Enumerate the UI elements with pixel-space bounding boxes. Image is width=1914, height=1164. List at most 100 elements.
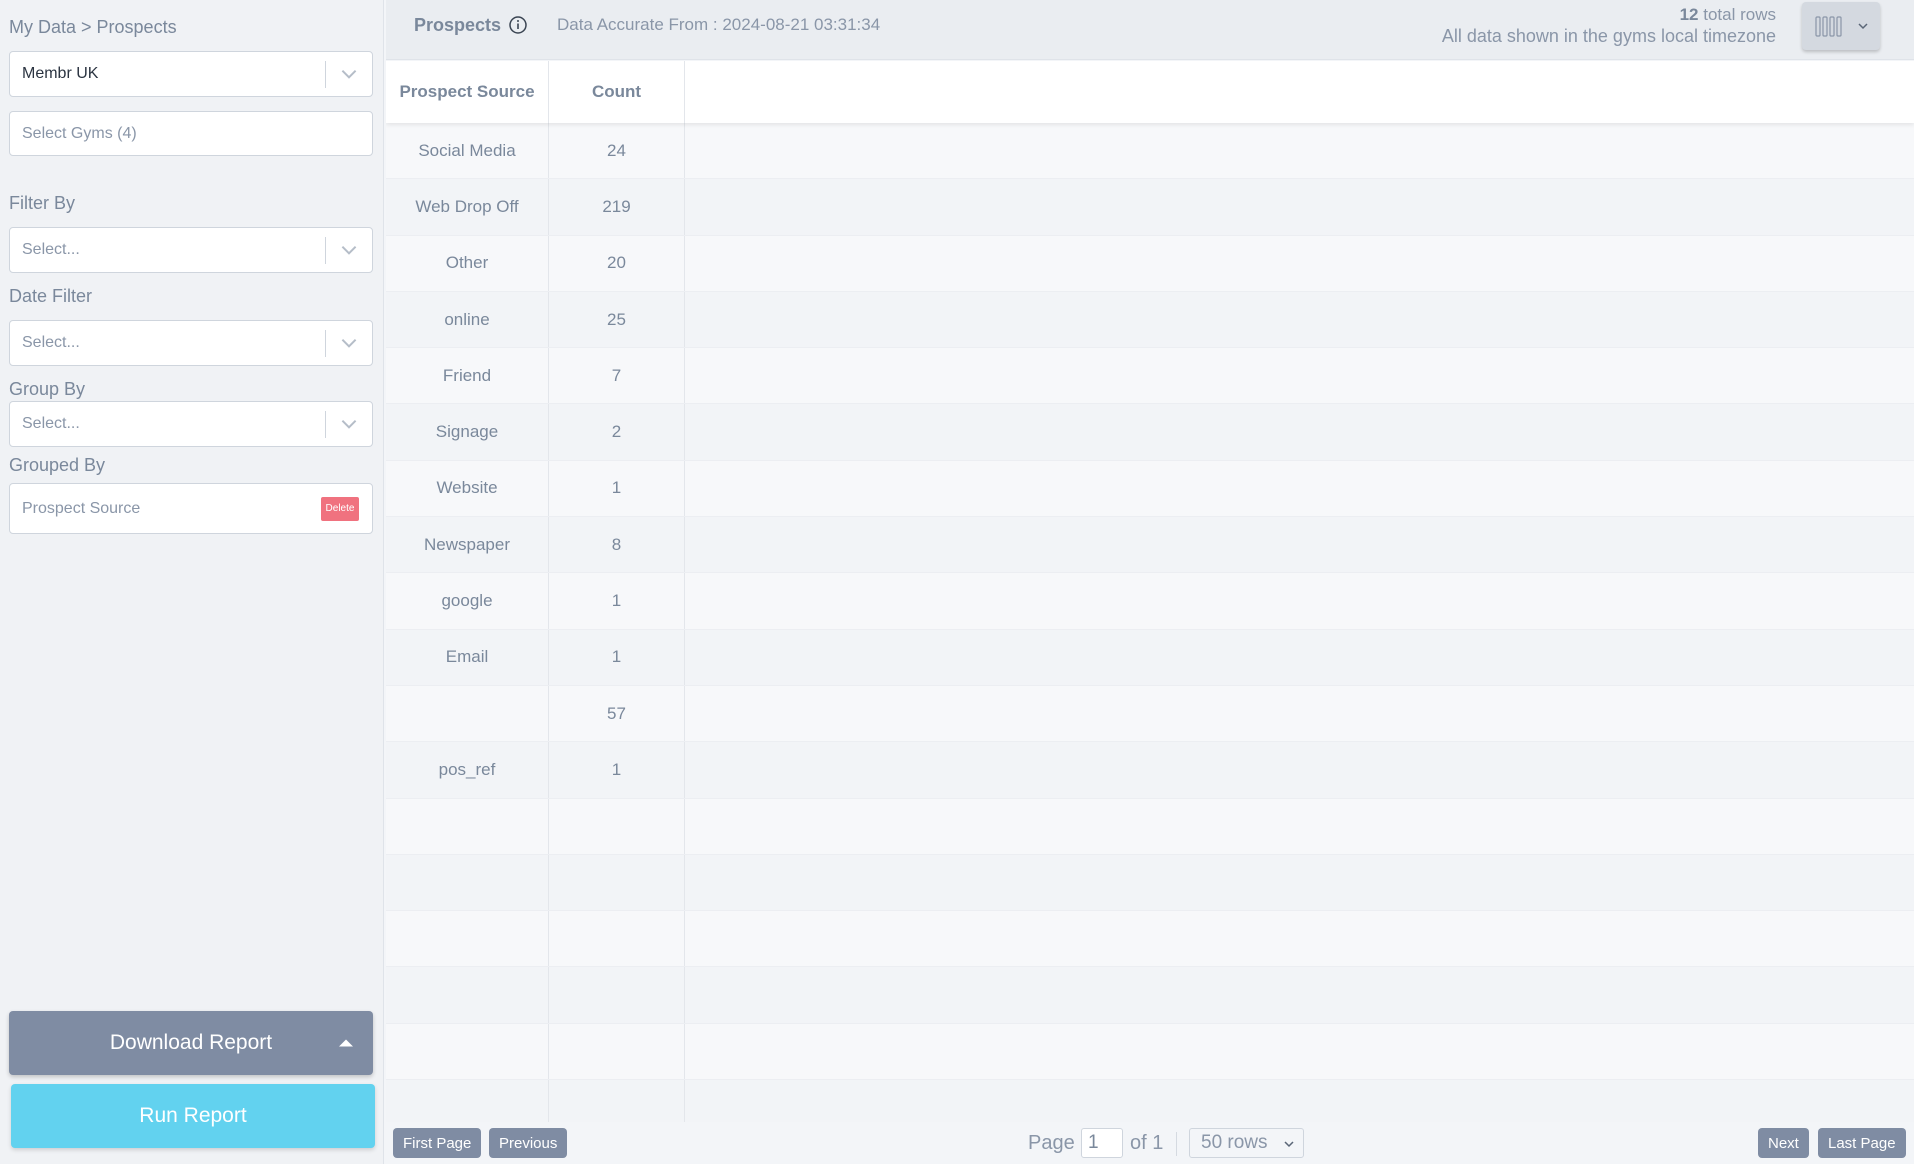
cell-filler [685, 123, 1914, 178]
select-separator [325, 61, 326, 88]
column-header-prospect-source[interactable]: Prospect Source [386, 61, 549, 123]
chevron-down-icon [1284, 1141, 1294, 1148]
previous-button[interactable]: Previous [489, 1128, 568, 1158]
date-filter-select[interactable]: Select... [9, 320, 373, 366]
gyms-placeholder: Select Gyms (4) [22, 124, 137, 142]
breadcrumb[interactable]: My Data > Prospects [9, 17, 177, 38]
data-accurate-from: Data Accurate From : 2024-08-21 03:31:34 [557, 15, 881, 34]
cell-filler [685, 236, 1914, 291]
chevron-down-icon[interactable] [338, 239, 360, 261]
rows-per-page-value: 50 rows [1201, 1132, 1268, 1153]
cell-count: 1 [549, 629, 685, 685]
page-number-input[interactable]: 1 [1081, 1128, 1123, 1158]
empty-table-row [386, 1080, 1914, 1122]
cell-count: 2 [549, 404, 685, 460]
filter-by-value: Select... [22, 241, 80, 258]
column-picker-button[interactable] [1802, 2, 1880, 50]
cell-filler [685, 630, 1914, 685]
empty-cell [685, 967, 1914, 1022]
cell-prospect-source: pos_ref [386, 742, 549, 798]
next-button[interactable]: Next [1758, 1128, 1809, 1158]
empty-cell [685, 911, 1914, 966]
rows-per-page-select[interactable]: 50 rows [1189, 1128, 1304, 1158]
table-row: online 25 [386, 291, 1914, 349]
cell-filler [685, 742, 1914, 797]
page-label: Page [1028, 1132, 1075, 1154]
columns-icon [1815, 16, 1842, 37]
cell-count: 57 [549, 685, 685, 742]
empty-cell [386, 854, 549, 911]
cell-prospect-source: Social Media [386, 123, 549, 179]
select-separator [325, 237, 326, 264]
empty-cell [386, 1023, 549, 1080]
report-table: Prospect Source Count Social Media 24 Web … [386, 61, 1914, 1122]
grouped-by-label: Grouped By [9, 455, 106, 475]
empty-cell [549, 854, 685, 911]
run-report-label: Run Report [139, 1104, 247, 1127]
table-row: 57 [386, 685, 1914, 743]
cell-count: 7 [549, 348, 685, 404]
chevron-down-icon[interactable] [338, 63, 360, 85]
cell-prospect-source: online [386, 291, 549, 348]
organization-select[interactable]: Membr UK [9, 51, 373, 97]
cell-prospect-source: Email [386, 629, 549, 685]
cell-filler [685, 348, 1914, 403]
gyms-select[interactable]: Select Gyms (4) [9, 111, 373, 156]
pagination: First Page Previous Page 1 of 1 50 rows … [386, 1122, 1914, 1164]
cell-prospect-source: Web Drop Off [386, 179, 549, 235]
table-row: Signage 2 [386, 404, 1914, 461]
cell-count: 24 [549, 123, 685, 179]
chevron-down-icon[interactable] [338, 413, 360, 435]
table-row: Friend 7 [386, 348, 1914, 405]
cell-prospect-source [386, 685, 549, 742]
download-report-label: Download Report [109, 1031, 273, 1054]
cell-count: 219 [549, 179, 685, 235]
pager-divider [1176, 1132, 1177, 1156]
group-by-select[interactable]: Select... [9, 401, 373, 447]
table-row: google 1 [386, 573, 1914, 630]
cell-prospect-source: Signage [386, 404, 549, 460]
grouped-by-field: Prospect Source Delete [9, 483, 373, 534]
cell-filler [685, 404, 1914, 459]
page-count: of 1 [1130, 1132, 1164, 1154]
table-row: Website 1 [386, 460, 1914, 518]
empty-cell [386, 911, 549, 967]
report-header: Prospects Data Accurate From : 2024-08-2… [386, 0, 1914, 60]
total-rows: 12 total rows [1680, 5, 1776, 25]
cell-prospect-source: Newspaper [386, 517, 549, 573]
empty-cell [386, 967, 549, 1023]
cell-count: 1 [549, 742, 685, 798]
select-separator [325, 411, 326, 438]
column-header-count[interactable]: Count [549, 61, 685, 123]
cell-count: 25 [549, 291, 685, 348]
table-header: Prospect Source Count [386, 61, 1914, 123]
cell-filler [685, 686, 1914, 741]
run-report-button[interactable]: Run Report [11, 1084, 375, 1148]
cell-filler [685, 573, 1914, 628]
filter-by-label: Filter By [9, 193, 76, 213]
cell-prospect-source: google [386, 573, 549, 629]
first-page-button[interactable]: First Page [393, 1128, 482, 1158]
timezone-note: All data shown in the gyms local timezon… [1441, 26, 1776, 46]
cell-prospect-source: Other [386, 235, 549, 291]
delete-group-button[interactable]: Delete [321, 496, 359, 521]
chevron-down-icon[interactable] [338, 332, 360, 354]
download-report-button[interactable]: Download Report [9, 1011, 373, 1075]
organization-value: Membr UK [22, 65, 99, 82]
group-by-label: Group By [9, 379, 86, 399]
empty-cell [549, 798, 685, 854]
filter-by-select[interactable]: Select... [9, 227, 373, 273]
caret-up-icon[interactable] [339, 1039, 353, 1047]
info-icon[interactable] [508, 15, 528, 35]
table-row: pos_ref 1 [386, 742, 1914, 799]
cell-prospect-source: Website [386, 460, 549, 517]
empty-cell [685, 1024, 1914, 1079]
empty-table-row [386, 798, 1914, 855]
table-row: Email 1 [386, 629, 1914, 686]
empty-cell [549, 1080, 685, 1122]
table-row: Newspaper 8 [386, 517, 1914, 574]
last-page-button[interactable]: Last Page [1818, 1128, 1906, 1158]
empty-cell [549, 1023, 685, 1080]
column-header-filler [685, 61, 1914, 123]
table-row: Other 20 [386, 235, 1914, 292]
